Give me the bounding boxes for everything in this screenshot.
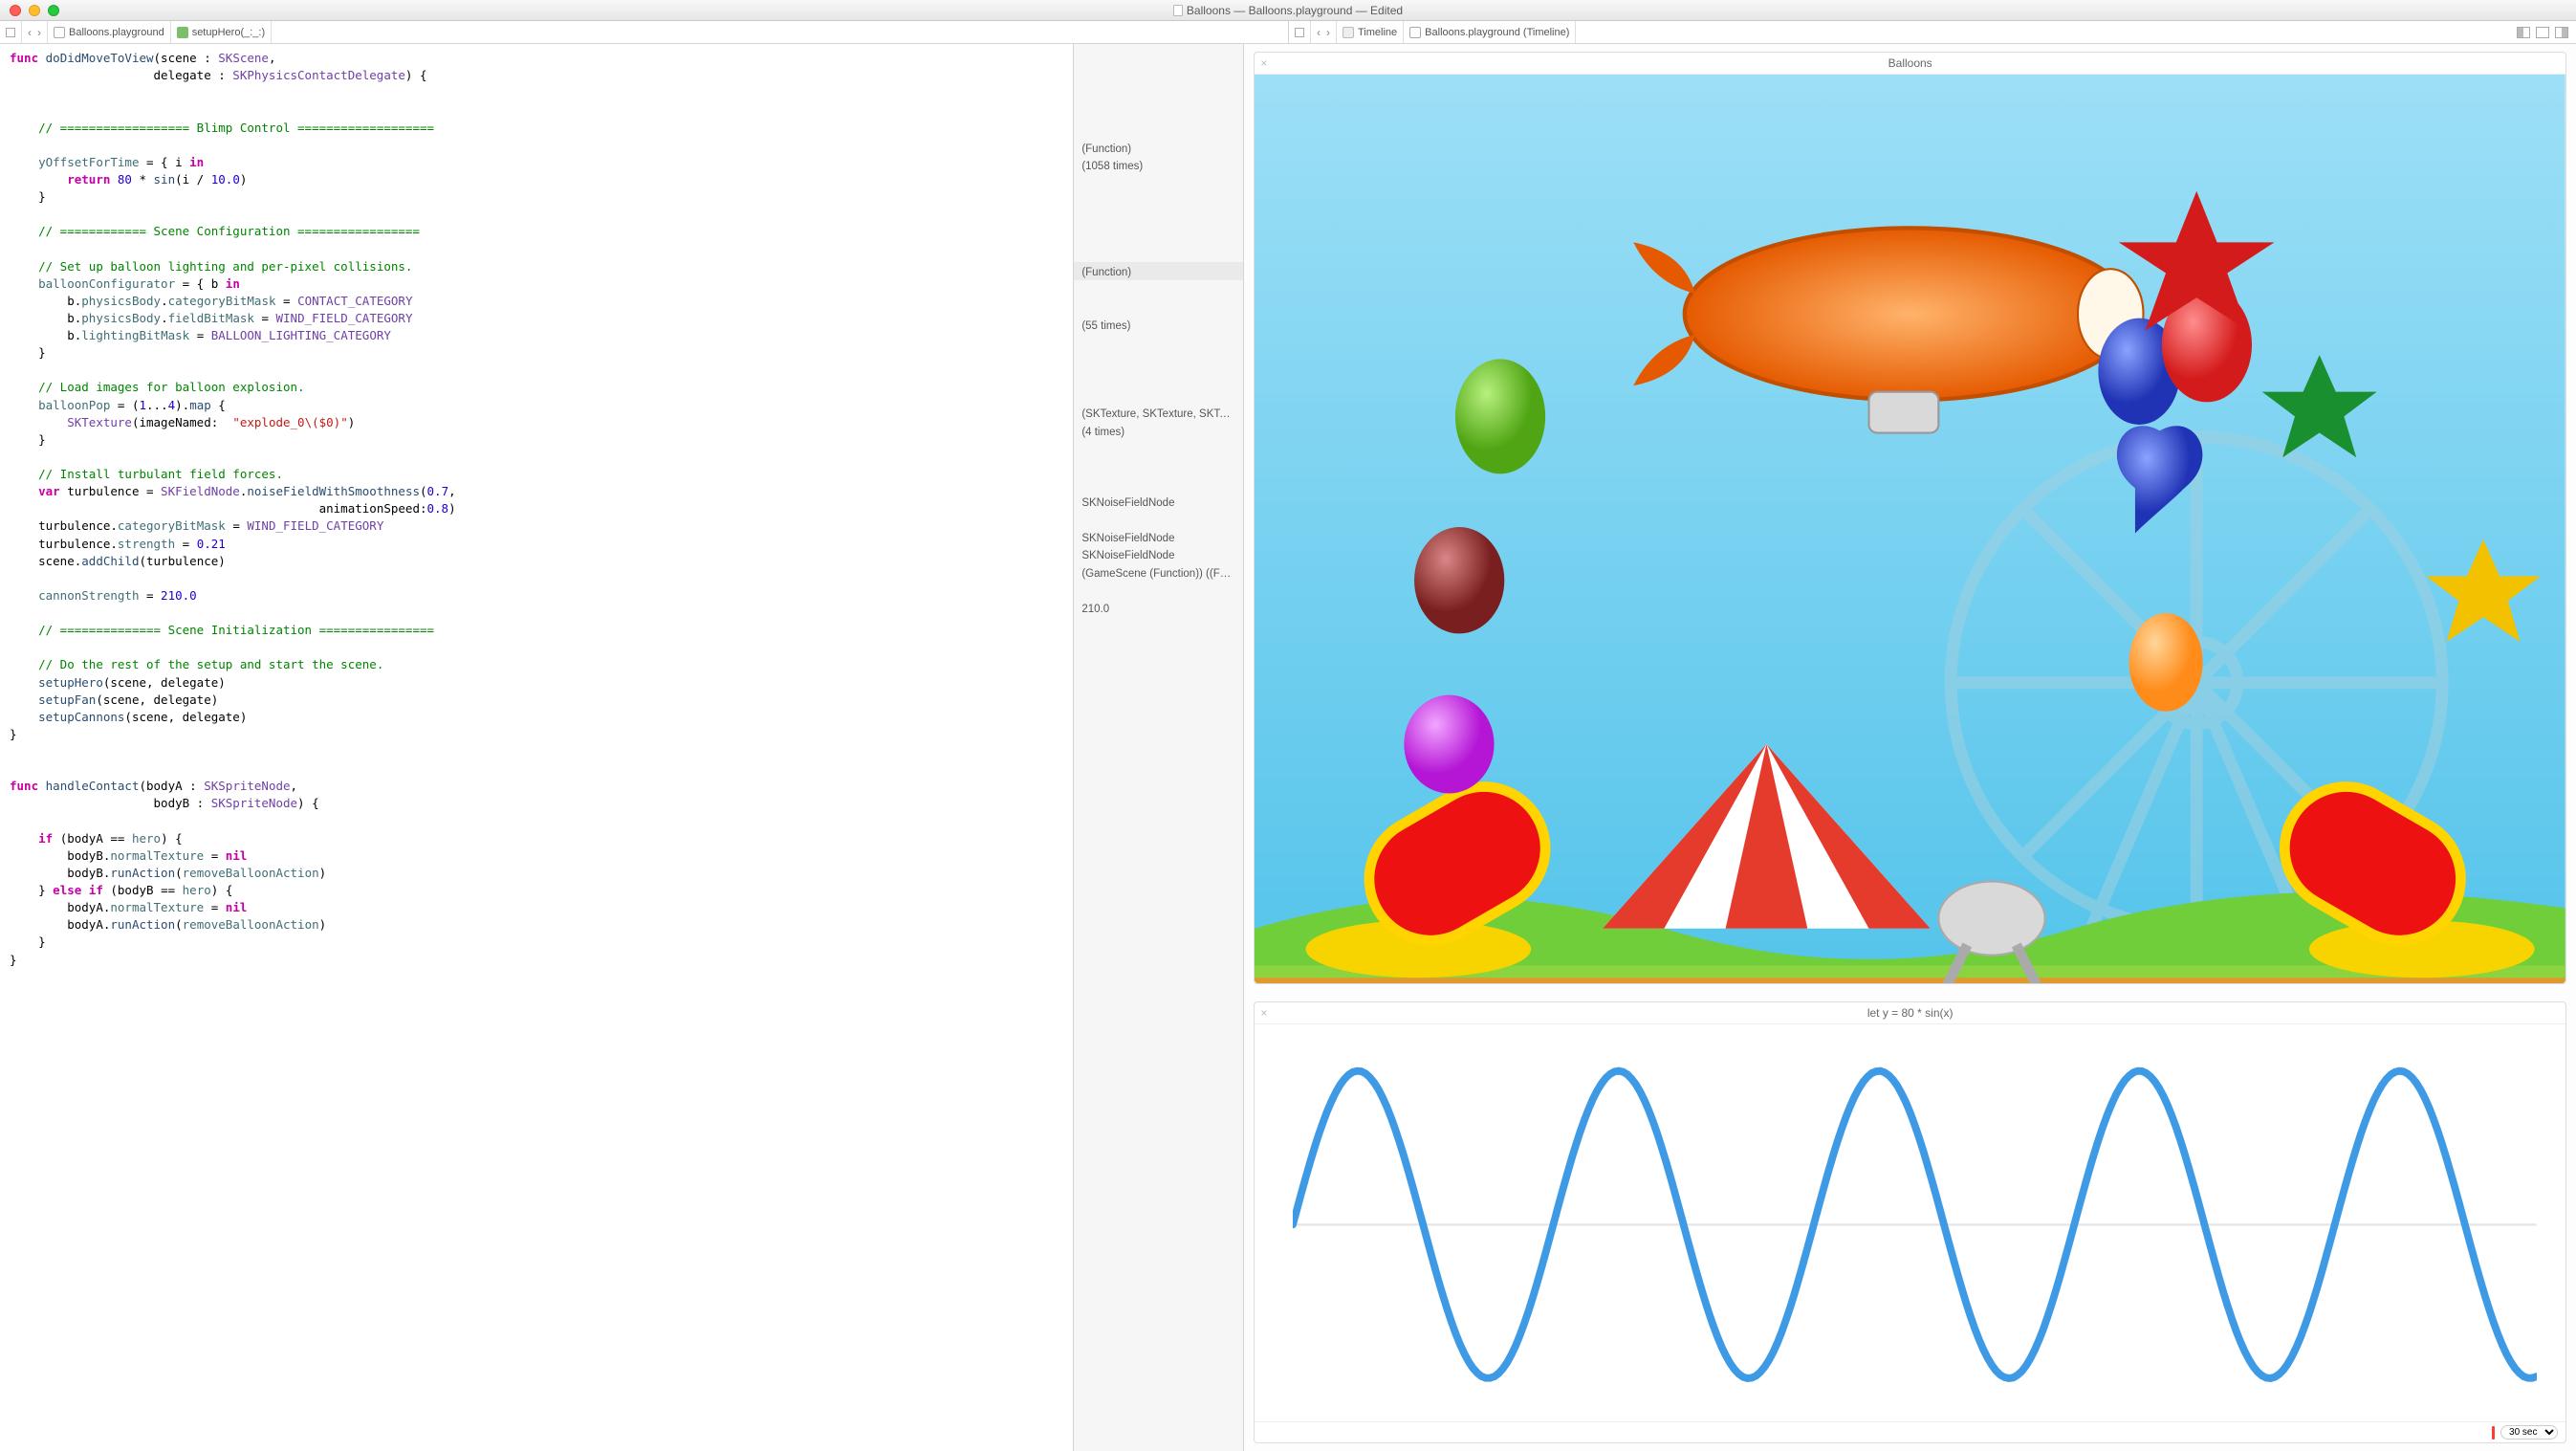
result-row (1074, 174, 1243, 192)
result-row (1074, 351, 1243, 369)
minimize-icon[interactable] (29, 5, 40, 16)
breadcrumb[interactable]: Balloons.playground (48, 21, 171, 43)
value-history-graph: × let y = 80 * sin(x) 50 0 -50 30 se (1254, 1001, 2566, 1443)
result-row (1074, 581, 1243, 599)
timeline-duration-select[interactable]: 30 sec (2500, 1425, 2558, 1440)
result-row (1074, 386, 1243, 405)
card-title: let y = 80 * sin(x) (1867, 1006, 1954, 1020)
main-split: func doDidMoveToView(scene : SKScene, de… (0, 44, 2576, 1451)
result-row (1074, 191, 1243, 209)
balloon-icon (1414, 527, 1504, 633)
jump-bar: ‹ › Balloons.playground setupHero(_:_:) … (0, 21, 2576, 44)
breadcrumb-label: setupHero(_:_:) (192, 27, 265, 38)
toggle-center-panel-icon[interactable] (2536, 27, 2549, 38)
result-row[interactable]: (Function) (1074, 139, 1243, 157)
result-row (1074, 209, 1243, 228)
result-row[interactable]: SKNoiseFieldNode (1074, 528, 1243, 546)
zoom-icon[interactable] (48, 5, 59, 16)
result-row[interactable]: (SKTexture, SKTexture, SKTe… (1074, 404, 1243, 422)
result-row (1074, 333, 1243, 351)
timeline-icon (1343, 27, 1354, 38)
balloon-icon (1455, 359, 1545, 473)
result-row (1074, 280, 1243, 298)
document-icon (1173, 5, 1183, 16)
result-row (1074, 121, 1243, 139)
result-row (1074, 85, 1243, 103)
result-row[interactable]: SKNoiseFieldNode (1074, 493, 1243, 511)
result-row (1074, 103, 1243, 121)
result-row (1074, 510, 1243, 528)
results-sidebar: (Function)(1058 times)(Function)(55 time… (1074, 44, 1244, 1451)
breadcrumb-label: Balloons.playground (Timeline) (1425, 27, 1569, 38)
balloon-icon (1405, 695, 1495, 794)
breadcrumb[interactable]: Balloons.playground (Timeline) (1404, 21, 1576, 43)
window-title: Balloons — Balloons.playground — Edited (1187, 4, 1403, 17)
result-row (1074, 368, 1243, 386)
live-view-card: × Balloons (1254, 52, 2566, 984)
swift-symbol-icon (177, 27, 188, 38)
breadcrumb[interactable]: Timeline (1337, 21, 1404, 43)
result-row[interactable]: (4 times) (1074, 422, 1243, 440)
result-row (1074, 227, 1243, 245)
nav-forward-icon[interactable]: › (37, 26, 41, 39)
result-row[interactable]: (55 times) (1074, 316, 1243, 334)
code-content[interactable]: func doDidMoveToView(scene : SKScene, de… (0, 44, 1073, 988)
result-row[interactable]: (1058 times) (1074, 156, 1243, 174)
result-row (1074, 297, 1243, 316)
breadcrumb[interactable]: setupHero(_:_:) (171, 21, 272, 43)
close-icon[interactable] (10, 5, 21, 16)
card-title: Balloons (1888, 56, 1932, 70)
assistant-editor: × Balloons (1244, 44, 2576, 1451)
nav-forward-icon[interactable]: › (1326, 26, 1330, 39)
result-row (1074, 68, 1243, 86)
result-row (1074, 474, 1243, 493)
spritekit-live-view[interactable] (1255, 75, 2565, 983)
close-icon[interactable]: × (1260, 1006, 1267, 1020)
result-row[interactable]: SKNoiseFieldNode (1074, 545, 1243, 563)
result-row[interactable]: 210.0 (1074, 599, 1243, 617)
result-row[interactable]: (Function) (1074, 262, 1243, 280)
playground-file-icon (54, 27, 65, 38)
result-row (1074, 50, 1243, 68)
balloon-icon (2129, 613, 2203, 712)
toggle-right-panel-icon[interactable] (2555, 27, 2568, 38)
close-icon[interactable]: × (1260, 56, 1267, 70)
playground-file-icon (1409, 27, 1421, 38)
result-row[interactable]: (GameScene (Function)) ((F… (1074, 563, 1243, 582)
result-row (1074, 439, 1243, 457)
timeline-cursor-icon[interactable] (2492, 1426, 2495, 1440)
nav-back-icon[interactable]: ‹ (1317, 26, 1321, 39)
breadcrumb-label: Balloons.playground (69, 27, 164, 38)
toggle-left-panel-icon[interactable] (2517, 27, 2530, 38)
related-items-icon[interactable] (1295, 28, 1304, 37)
nav-back-icon[interactable]: ‹ (28, 26, 32, 39)
source-editor[interactable]: func doDidMoveToView(scene : SKScene, de… (0, 44, 1074, 1451)
related-items-icon[interactable] (6, 28, 15, 37)
result-row (1074, 245, 1243, 263)
window-titlebar: Balloons — Balloons.playground — Edited (0, 0, 2576, 21)
breadcrumb-label: Timeline (1358, 27, 1397, 38)
result-row (1074, 457, 1243, 475)
